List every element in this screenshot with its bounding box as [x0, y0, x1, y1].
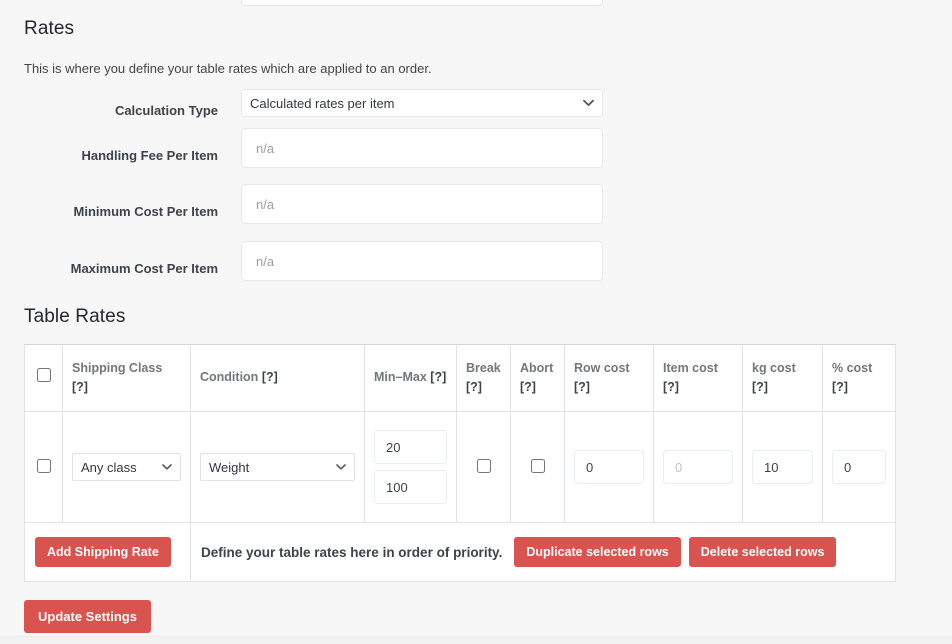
select-all-checkbox[interactable] — [37, 368, 51, 382]
row-condition-cell: NonePriceWeightItem count — [191, 412, 365, 523]
row-break-cell — [457, 412, 511, 523]
table-rates-table: Shipping Class [?] Condition [?] Min–Max… — [24, 344, 896, 582]
handling-fee-label: Handling Fee Per Item — [8, 148, 218, 163]
header-abort-label: Abort — [520, 361, 553, 375]
row-min-max-cell — [365, 412, 457, 523]
minimum-cost-label: Minimum Cost Per Item — [8, 204, 218, 219]
maximum-cost-label: Maximum Cost Per Item — [8, 261, 218, 276]
break-help-icon[interactable]: [?] — [466, 380, 482, 394]
header-min-max-label: Min–Max — [374, 370, 427, 384]
row-pct-cost-cell — [823, 412, 896, 523]
header-pct-cost-label: % cost — [832, 361, 872, 375]
row-item-cost-cell — [654, 412, 743, 523]
handling-fee-control — [241, 128, 603, 168]
header-min-max: Min–Max [?] — [365, 345, 457, 412]
partial-input-above — [241, 0, 603, 6]
header-condition-label: Condition — [200, 370, 258, 384]
header-pct-cost: % cost [?] — [823, 345, 896, 412]
minimum-cost-control — [241, 184, 603, 224]
add-shipping-rate-button[interactable]: Add Shipping Rate — [35, 537, 171, 568]
maximum-cost-control — [241, 241, 603, 281]
handling-fee-input[interactable] — [241, 128, 603, 168]
condition-help-icon[interactable]: [?] — [262, 370, 278, 384]
header-item-cost: Item cost [?] — [654, 345, 743, 412]
pct-cost-help-icon[interactable]: [?] — [832, 380, 848, 394]
kg-cost-help-icon[interactable]: [?] — [752, 380, 768, 394]
row-shipping-class-select[interactable]: Any classNo classHeavyLight — [72, 453, 181, 481]
shipping-class-help-icon[interactable]: [?] — [72, 380, 88, 394]
abort-help-icon[interactable]: [?] — [520, 380, 536, 394]
header-break: Break [?] — [457, 345, 511, 412]
duplicate-selected-rows-button[interactable]: Duplicate selected rows — [514, 537, 680, 568]
row-kg-cost-cell — [743, 412, 823, 523]
row-cost-input[interactable] — [574, 450, 644, 484]
min-max-help-icon[interactable]: [?] — [430, 370, 446, 384]
row-condition-select[interactable]: NonePriceWeightItem count — [200, 453, 355, 481]
table-row: Any classNo classHeavyLight NonePriceWei… — [25, 412, 896, 523]
table-header-row: Shipping Class [?] Condition [?] Min–Max… — [25, 345, 896, 412]
item-cost-help-icon[interactable]: [?] — [663, 380, 679, 394]
header-kg-cost-label: kg cost — [752, 361, 796, 375]
footer-add-cell: Add Shipping Rate — [25, 523, 191, 582]
header-row-cost-label: Row cost — [574, 361, 630, 375]
item-cost-input[interactable] — [663, 450, 733, 484]
maximum-cost-input[interactable] — [241, 241, 603, 281]
calculation-type-select[interactable]: Per orderCalculated rates per itemPer li… — [241, 89, 603, 117]
kg-cost-input[interactable] — [752, 450, 813, 484]
header-abort: Abort [?] — [511, 345, 565, 412]
row-select-cell — [25, 412, 63, 523]
rates-section-description: This is where you define your table rate… — [24, 61, 432, 76]
header-select-all — [25, 345, 63, 412]
row-abort-cell — [511, 412, 565, 523]
header-condition: Condition [?] — [191, 345, 365, 412]
footer-actions-cell: Define your table rates here in order of… — [191, 523, 896, 582]
row-shipping-class-cell: Any classNo classHeavyLight — [63, 412, 191, 523]
row-max-input[interactable] — [374, 470, 447, 504]
row-cost-help-icon[interactable]: [?] — [574, 380, 590, 394]
row-break-checkbox[interactable] — [477, 459, 491, 473]
calculation-type-label: Calculation Type — [8, 103, 218, 118]
bottom-strip — [0, 637, 952, 644]
pct-cost-input[interactable] — [832, 450, 886, 484]
header-shipping-class: Shipping Class [?] — [63, 345, 191, 412]
table-footer-row: Add Shipping Rate Define your table rate… — [25, 523, 896, 582]
table-rates-heading: Table Rates — [24, 306, 125, 328]
row-select-checkbox[interactable] — [37, 459, 51, 473]
row-row-cost-cell — [565, 412, 654, 523]
header-kg-cost: kg cost [?] — [743, 345, 823, 412]
settings-page: Rates This is where you define your tabl… — [0, 0, 952, 644]
calculation-type-control: Per orderCalculated rates per itemPer li… — [241, 89, 603, 117]
update-settings-button[interactable]: Update Settings — [24, 600, 151, 633]
row-abort-checkbox[interactable] — [531, 459, 545, 473]
header-break-label: Break — [466, 361, 501, 375]
delete-selected-rows-button[interactable]: Delete selected rows — [689, 537, 837, 568]
row-min-input[interactable] — [374, 430, 447, 464]
header-item-cost-label: Item cost — [663, 361, 718, 375]
rates-section-heading: Rates — [24, 18, 74, 40]
footer-note: Define your table rates here in order of… — [201, 545, 502, 560]
minimum-cost-input[interactable] — [241, 184, 603, 224]
header-row-cost: Row cost [?] — [565, 345, 654, 412]
header-shipping-class-label: Shipping Class — [72, 361, 162, 375]
